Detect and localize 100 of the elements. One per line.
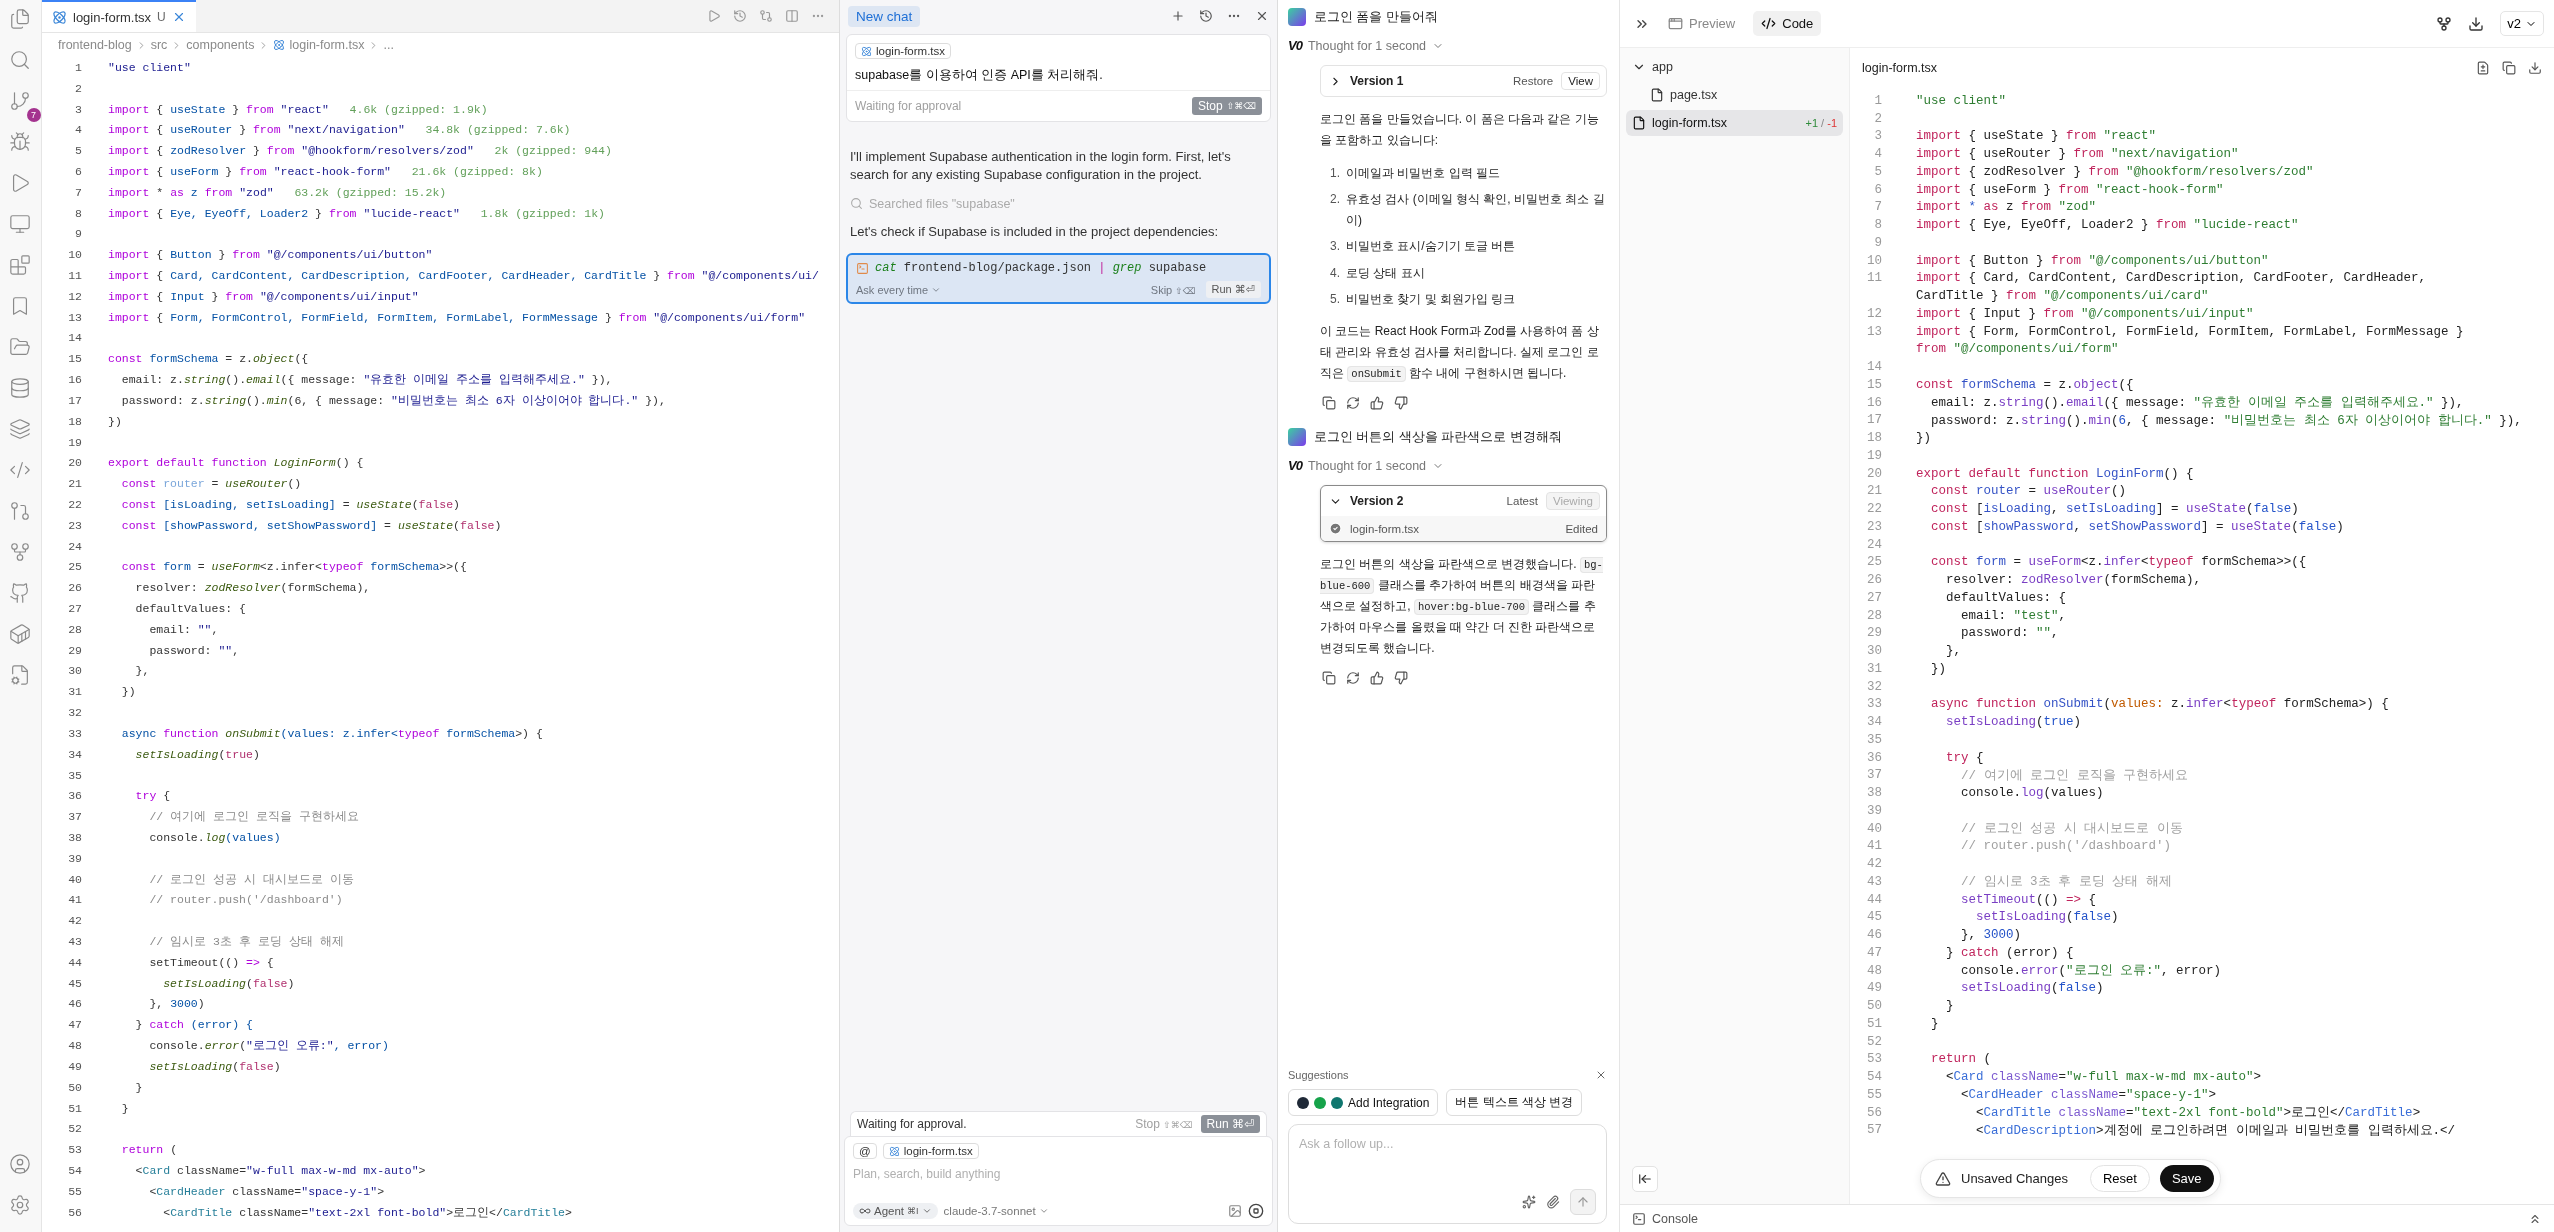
branch-icon[interactable] xyxy=(8,90,31,112)
history-icon[interactable] xyxy=(1199,9,1213,23)
file-tree-item[interactable]: login-form.tsx +1 / -1 xyxy=(1626,110,1843,136)
sparkle-icon[interactable] xyxy=(1522,1195,1536,1209)
line-number: 34 xyxy=(1866,715,1883,730)
atom-icon xyxy=(888,1145,900,1157)
collapse-button[interactable] xyxy=(1632,1166,1658,1192)
view-tab[interactable]: Preview xyxy=(1660,11,1744,36)
stop-icon[interactable] xyxy=(1248,1203,1264,1219)
account-icon[interactable] xyxy=(8,1153,31,1175)
fork-icon[interactable] xyxy=(2436,15,2453,32)
code-icon[interactable] xyxy=(8,459,31,481)
mention-button[interactable]: @ xyxy=(853,1143,877,1159)
file-chip[interactable]: login-form.tsx xyxy=(882,1143,979,1159)
breadcrumb-item[interactable]: src xyxy=(150,38,168,52)
breadcrumb-item[interactable]: frontend-blog xyxy=(58,38,132,52)
line-number: 55 xyxy=(67,1184,83,1198)
line-number: 35 xyxy=(1866,732,1883,747)
thought-toggle[interactable]: Thought for 1 second xyxy=(1307,38,1427,53)
line-number: 39 xyxy=(67,851,83,865)
blocks-icon[interactable] xyxy=(8,254,31,276)
split-icon[interactable] xyxy=(785,9,799,23)
add-icon[interactable] xyxy=(1171,9,1185,23)
code-line: <CardTitle className="text-2xl font-bold">로그인</CardTitle> xyxy=(1975,1105,2421,1122)
thumbs-up-icon[interactable] xyxy=(1370,396,1384,411)
view-tab[interactable]: Code xyxy=(1753,11,1822,36)
refresh-icon[interactable] xyxy=(1346,671,1360,686)
breadcrumb-item[interactable]: login-form.tsx xyxy=(289,38,365,52)
code-line: // router.push('/dashboard') xyxy=(148,893,343,907)
thumbs-up-icon[interactable] xyxy=(1370,671,1384,686)
latest-label: Latest xyxy=(1506,495,1538,508)
settings-icon[interactable] xyxy=(8,1194,31,1216)
code-line: import { useState } from "react" xyxy=(1916,129,2157,144)
thumbs-down-icon[interactable] xyxy=(1394,396,1408,411)
monitor-icon[interactable] xyxy=(8,213,31,235)
view-button[interactable]: View xyxy=(1561,72,1600,90)
run-icon[interactable] xyxy=(707,9,721,23)
thought-toggle[interactable]: Thought for 1 second xyxy=(1307,458,1427,473)
console-toggle[interactable]: Console xyxy=(1652,1211,1698,1226)
file-chip[interactable]: login-form.tsx xyxy=(855,43,952,59)
layers-icon[interactable] xyxy=(8,418,31,440)
file-status: Edited xyxy=(1565,522,1598,535)
download-icon[interactable] xyxy=(2528,61,2542,75)
code-line: }, xyxy=(134,664,150,678)
refresh-icon[interactable] xyxy=(1346,396,1360,411)
chat-tab[interactable]: New chat xyxy=(848,5,921,27)
thumbs-down-icon[interactable] xyxy=(1394,671,1408,686)
line-number: 51 xyxy=(67,1101,83,1115)
code-line: import { Input } from "@/components/ui/input" xyxy=(1916,306,2254,321)
code-line: } xyxy=(1930,1016,1939,1031)
folder-icon[interactable] xyxy=(8,336,31,358)
code-line: import { useState } from "react" 4.6k (gzipped: 1.9k) xyxy=(108,102,488,116)
close-icon[interactable] xyxy=(1255,9,1269,23)
line-number: 27 xyxy=(1866,590,1883,605)
breadcrumb-item[interactable]: components xyxy=(186,38,255,52)
search-icon[interactable] xyxy=(8,49,31,71)
skip-button[interactable]: Skip ⇧⌫ xyxy=(1150,283,1196,296)
save-button[interactable]: Save xyxy=(2159,1165,2214,1192)
suggestion-chip[interactable]: 버튼 텍스트 색상 변경 xyxy=(1446,1089,1583,1116)
model-select[interactable]: claude-3.7-sonnet xyxy=(943,1205,1049,1217)
copy-icon[interactable] xyxy=(1322,396,1336,411)
send-button[interactable] xyxy=(1570,1189,1596,1215)
copy-icon[interactable] xyxy=(2502,61,2516,75)
image-icon[interactable] xyxy=(1228,1204,1242,1218)
code-line: setIsLoading(false) xyxy=(148,1059,281,1073)
approval-mode-select[interactable]: Ask every time xyxy=(856,283,942,296)
version-card[interactable]: Version 2 Latest Viewing login-form.tsx Edited xyxy=(1320,485,1607,543)
database-icon[interactable] xyxy=(8,377,31,399)
line-number: 18 xyxy=(1866,431,1883,446)
suggestion-chip[interactable]: Add Integration xyxy=(1288,1089,1439,1116)
line-number: 50 xyxy=(67,1080,83,1094)
message-input[interactable]: Plan, search, build anything xyxy=(853,1165,1264,1183)
bug-icon[interactable] xyxy=(8,131,31,153)
close-icon[interactable] xyxy=(1595,1069,1607,1081)
version-card[interactable]: Version 1 Restore View xyxy=(1320,65,1607,97)
file-tree-item[interactable]: page.tsx xyxy=(1626,82,1843,108)
diff-icon[interactable] xyxy=(2476,61,2490,75)
list-number: 2. xyxy=(1329,191,1340,209)
line-number: 39 xyxy=(1866,803,1883,818)
attach-icon[interactable] xyxy=(1546,1195,1560,1209)
pull-request-icon[interactable] xyxy=(8,500,31,522)
line-number: 56 xyxy=(1866,1105,1883,1120)
github-icon[interactable] xyxy=(8,582,31,604)
breadcrumb-item[interactable]: ... xyxy=(383,38,394,52)
agent-mode-select[interactable]: Agent ⌘I xyxy=(853,1203,938,1219)
line-number: 38 xyxy=(67,830,83,844)
compare-icon[interactable] xyxy=(759,9,773,23)
copy-icon[interactable] xyxy=(1322,671,1336,686)
code-line: return ( xyxy=(120,1143,178,1157)
container-icon[interactable] xyxy=(8,623,31,645)
reset-button[interactable]: Reset xyxy=(2089,1165,2150,1192)
follow-up-field[interactable]: Ask a follow up... xyxy=(1299,1135,1596,1153)
version-select[interactable]: v2 xyxy=(2500,11,2544,36)
files-icon[interactable] xyxy=(8,8,31,30)
run-button[interactable]: Run ⌘⏎ xyxy=(1205,281,1261,299)
code-line: try { xyxy=(134,789,171,803)
editor-tab[interactable]: login-form.tsx U xyxy=(42,0,196,32)
restore-link[interactable]: Restore xyxy=(1513,75,1554,87)
download-icon[interactable] xyxy=(2468,15,2485,32)
file-tree-item[interactable]: app xyxy=(1626,54,1843,80)
